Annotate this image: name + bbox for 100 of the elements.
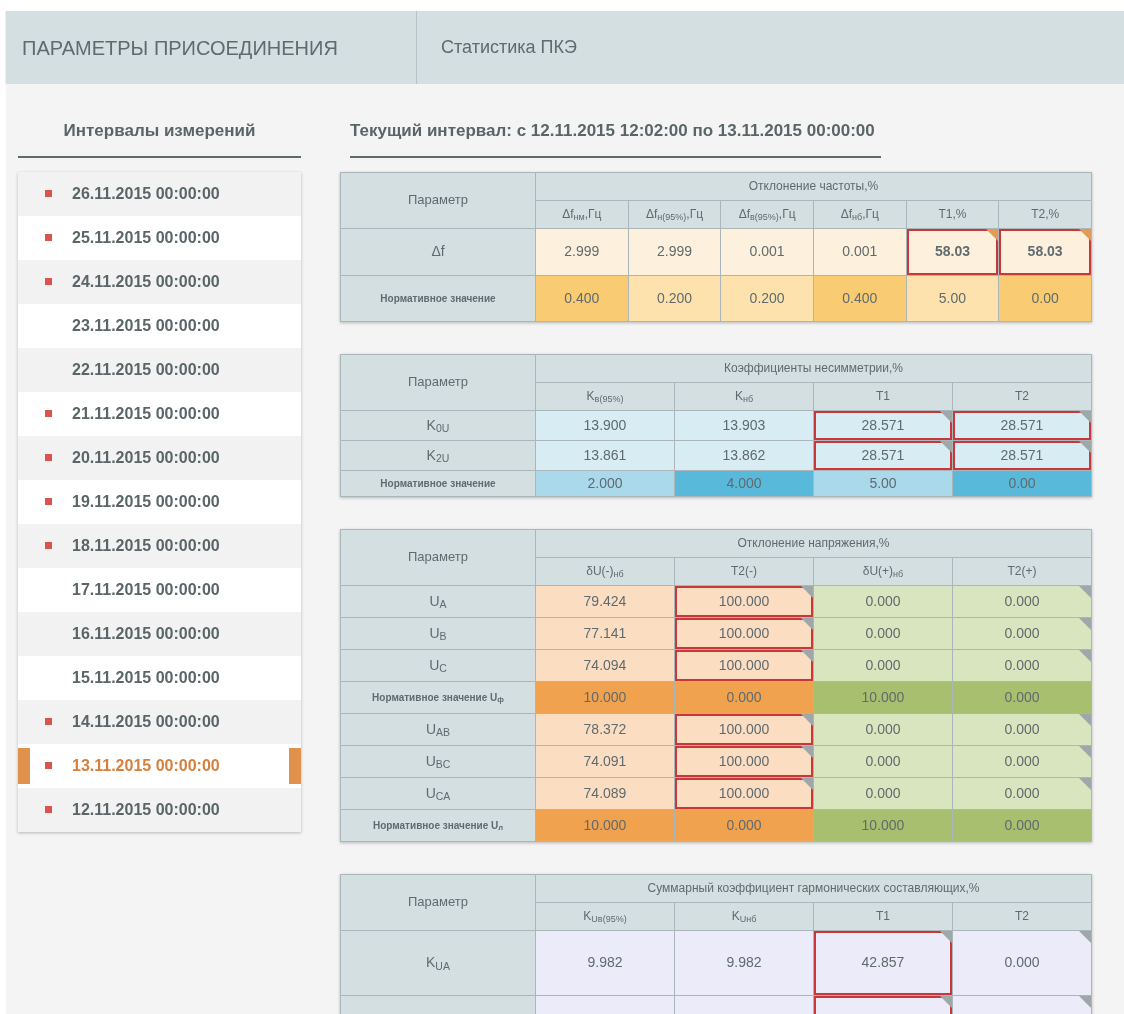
table-cell: 58.03 — [998, 228, 1092, 275]
table-cell: 9.982 — [535, 930, 675, 995]
column-header: Δf$_{нб}$,Гц — [813, 200, 907, 228]
row-label: Нормативное значение — [340, 470, 536, 496]
interval-date: 18.11.2015 00:00:00 — [72, 535, 220, 556]
table-cell: 0.000 — [952, 585, 1092, 617]
interval-item[interactable]: 16.11.2015 00:00:00 — [18, 611, 301, 656]
table-cell: 0.00 — [952, 470, 1092, 496]
row-label: U$_{CA}$ — [340, 777, 536, 809]
column-header: Т2,% — [998, 200, 1092, 228]
interval-item[interactable]: 25.11.2015 00:00:00 — [18, 215, 301, 260]
interval-item[interactable]: 12.11.2015 00:00:00 — [18, 787, 301, 832]
row-label: U$_{C}$ — [340, 649, 536, 681]
table-cell: 5.00 — [813, 470, 953, 496]
interval-date: 26.11.2015 00:00:00 — [72, 183, 220, 204]
interval-date: 23.11.2015 00:00:00 — [72, 315, 220, 336]
table-cell: 0.000 — [952, 745, 1092, 777]
row-label: K$_{0U}$ — [340, 410, 536, 440]
column-header: K$_{в(95%)}$ — [535, 382, 675, 410]
table-cell: 100.000 — [674, 617, 814, 649]
column-header: Параметр — [340, 874, 536, 930]
table-cell: 2.999 — [535, 228, 629, 275]
table-cell: 0.000 — [952, 777, 1092, 809]
table-cell: 0.200 — [720, 275, 814, 321]
interval-item[interactable]: 14.11.2015 00:00:00 — [18, 699, 301, 744]
table-cell: 0.000 — [813, 617, 953, 649]
column-header: Δf$_{в(95%)}$,Гц — [720, 200, 814, 228]
group-header: Суммарный коэффициент гармонических составляющих,% — [535, 874, 1092, 902]
column-header: δU(-)$_{нб}$ — [535, 557, 675, 585]
table-cell: 77.141 — [535, 617, 675, 649]
column-header: Δf$_{нм}$,Гц — [535, 200, 629, 228]
table-cell: 0.001 — [720, 228, 814, 275]
group-header: Коэффициенты несимметрии,% — [535, 354, 1092, 382]
table-cell: 100.000 — [674, 649, 814, 681]
column-header: T2(-) — [674, 557, 814, 585]
column-header: Параметр — [340, 172, 536, 228]
table-cell: 0.000 — [952, 617, 1092, 649]
table-cell: 0.000 — [952, 809, 1092, 841]
row-label: U$_{A}$ — [340, 585, 536, 617]
row-label: Нормативное значение — [340, 275, 536, 321]
interval-item[interactable]: 17.11.2015 00:00:00 — [18, 567, 301, 612]
table-cell: 28.571 — [952, 410, 1092, 440]
table-cell: 4.000 — [674, 470, 814, 496]
table-cell: 0.000 — [952, 649, 1092, 681]
table-cell: 28.571 — [813, 440, 953, 470]
table-cell: 10.000 — [813, 681, 953, 713]
table-cell: 13.903 — [674, 410, 814, 440]
row-label: Δf — [340, 228, 536, 275]
interval-item[interactable]: 20.11.2015 00:00:00 — [18, 435, 301, 480]
table-cell: 74.089 — [535, 777, 675, 809]
column-header: Т1 — [813, 902, 953, 930]
table-cell: 28.571 — [952, 440, 1092, 470]
interval-item[interactable]: 19.11.2015 00:00:00 — [18, 479, 301, 524]
interval-date: 16.11.2015 00:00:00 — [72, 623, 220, 644]
row-label: Нормативное значение U$_{л}$ — [340, 809, 536, 841]
column-header: δU(+)$_{нб}$ — [813, 557, 953, 585]
table-cell: 9.982 — [674, 930, 814, 995]
column-header: K$_{нб}$ — [674, 382, 814, 410]
table-cell: 100.000 — [674, 777, 814, 809]
tab[interactable]: Статистика ПКЭ — [417, 11, 577, 84]
interval-item[interactable]: 26.11.2015 00:00:00 — [18, 171, 301, 216]
table-cell: 0.000 — [813, 585, 953, 617]
interval-item[interactable]: 22.11.2015 00:00:00 — [18, 347, 301, 392]
column-header: Т2 — [952, 382, 1092, 410]
table-cell: 0.000 — [813, 777, 953, 809]
interval-date: 12.11.2015 00:00:00 — [72, 799, 220, 820]
column-header: Параметр — [340, 529, 536, 585]
row-label: K$_{2U}$ — [340, 440, 536, 470]
table-cell: 2.999 — [628, 228, 721, 275]
table-cell: 0.000 — [952, 930, 1092, 995]
interval-item[interactable]: 21.11.2015 00:00:00 — [18, 391, 301, 436]
table-cell: 5.00 — [906, 275, 999, 321]
table-cell: 0.00 — [998, 275, 1092, 321]
row-label: U$_{AB}$ — [340, 713, 536, 745]
row-label: U$_{BC}$ — [340, 745, 536, 777]
column-header: Т2 — [952, 902, 1092, 930]
table-cell: 13.900 — [535, 410, 675, 440]
sidebar-title: Интервалы измерений — [18, 118, 301, 158]
table-cell: 10.000 — [535, 681, 675, 713]
interval-date: 15.11.2015 00:00:00 — [72, 667, 220, 688]
table-cell: 100.000 — [674, 713, 814, 745]
column-header: Т1,% — [906, 200, 999, 228]
table-cell: 0.400 — [813, 275, 907, 321]
table-cell: 0.000 — [674, 681, 814, 713]
row-label: Нормативное значение U$_{ф}$ — [340, 681, 536, 713]
selection-bar — [289, 747, 301, 784]
interval-item[interactable]: 24.11.2015 00:00:00 — [18, 259, 301, 304]
table-cell: 0.000 — [674, 809, 814, 841]
table-cell: 28.571 — [813, 410, 953, 440]
table-cell: 13.862 — [674, 440, 814, 470]
interval-date: 13.11.2015 00:00:00 — [72, 755, 220, 776]
row-label: U$_{B}$ — [340, 617, 536, 649]
interval-item[interactable]: 23.11.2015 00:00:00 — [18, 303, 301, 348]
interval-item[interactable]: 13.11.2015 00:00:00 — [18, 743, 301, 788]
selection-bar — [18, 747, 30, 784]
interval-item[interactable]: 18.11.2015 00:00:00 — [18, 523, 301, 568]
interval-date: 25.11.2015 00:00:00 — [72, 227, 220, 248]
column-header: Т1 — [813, 382, 953, 410]
interval-item[interactable]: 15.11.2015 00:00:00 — [18, 655, 301, 700]
table-cell: 0.000 — [952, 681, 1092, 713]
